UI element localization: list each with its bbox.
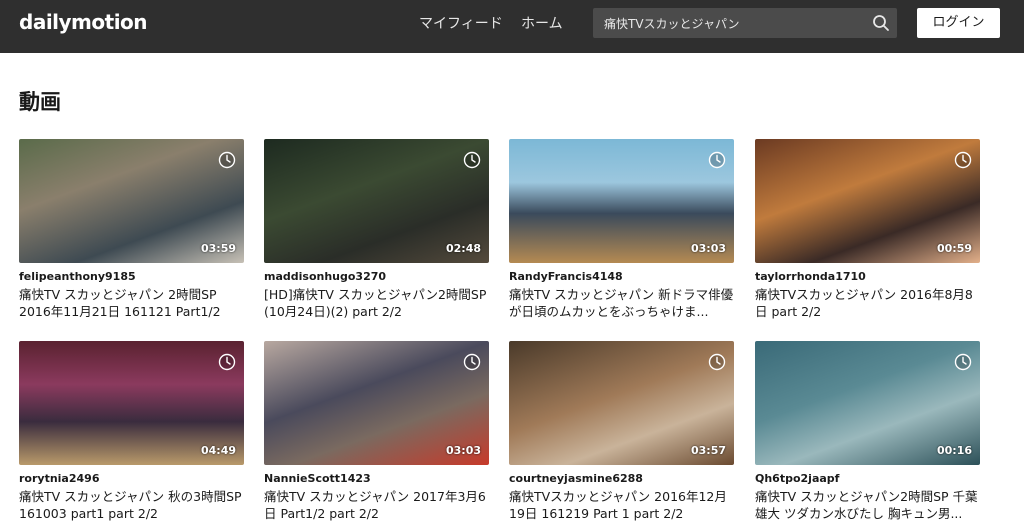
watch-later-icon[interactable] bbox=[218, 151, 236, 169]
dailymotion-logo[interactable]: dailymotion bbox=[19, 10, 148, 34]
video-title[interactable]: 痛快TV スカッとジャパン2時間SP 千葉雄大 ツダカン水びたし 胸キュン男..… bbox=[755, 488, 980, 522]
search-box bbox=[593, 8, 897, 38]
video-owner[interactable]: courtneyjasmine6288 bbox=[509, 472, 734, 485]
video-owner[interactable]: NannieScott1423 bbox=[264, 472, 489, 485]
video-title[interactable]: 痛快TV スカッとジャパン 2017年3月6日 Part1/2 part 2/2 bbox=[264, 488, 489, 522]
video-duration: 04:49 bbox=[200, 444, 236, 457]
video-owner[interactable]: Qh6tpo2jaapf bbox=[755, 472, 980, 485]
nav-home[interactable]: ホーム bbox=[521, 13, 563, 33]
watch-later-icon[interactable] bbox=[708, 151, 726, 169]
video-title[interactable]: 痛快TV スカッとジャパン 2時間SP 2016年11月21日 161121 P… bbox=[19, 286, 244, 320]
video-card[interactable]: 00:16 Qh6tpo2jaapf 痛快TV スカッとジャパン2時間SP 千葉… bbox=[755, 341, 980, 522]
video-title[interactable]: 痛快TV スカッとジャパン 秋の3時間SP 161003 part1 part … bbox=[19, 488, 244, 522]
video-title[interactable]: 痛快TVスカッとジャパン 2016年8月8日 part 2/2 bbox=[755, 286, 980, 320]
video-card[interactable]: 00:59 taylorrhonda1710 痛快TVスカッとジャパン 2016… bbox=[755, 139, 980, 320]
video-duration: 03:59 bbox=[200, 242, 236, 255]
video-thumbnail[interactable]: 04:49 bbox=[19, 341, 244, 465]
video-owner[interactable]: maddisonhugo3270 bbox=[264, 270, 489, 283]
video-duration: 00:59 bbox=[936, 242, 972, 255]
video-title[interactable]: 痛快TV スカッとジャパン 新ドラマ俳優が日頃のムカッとをぶっちゃけま... bbox=[509, 286, 734, 320]
video-card[interactable]: 03:03 RandyFrancis4148 痛快TV スカッとジャパン 新ドラ… bbox=[509, 139, 734, 320]
video-duration: 02:48 bbox=[445, 242, 481, 255]
video-card[interactable]: 02:48 maddisonhugo3270 [HD]痛快TV スカッとジャパン… bbox=[264, 139, 489, 320]
video-owner[interactable]: RandyFrancis4148 bbox=[509, 270, 734, 283]
video-duration: 03:03 bbox=[690, 242, 726, 255]
login-button[interactable]: ログイン bbox=[917, 8, 1000, 38]
watch-later-icon[interactable] bbox=[708, 353, 726, 371]
video-card[interactable]: 03:03 NannieScott1423 痛快TV スカッとジャパン 2017… bbox=[264, 341, 489, 522]
watch-later-icon[interactable] bbox=[218, 353, 236, 371]
nav-my-feed[interactable]: マイフィード bbox=[419, 13, 503, 33]
video-title[interactable]: 痛快TVスカッとジャパン 2016年12月19日 161219 Part 1 p… bbox=[509, 488, 734, 522]
watch-later-icon[interactable] bbox=[954, 151, 972, 169]
video-duration: 03:57 bbox=[690, 444, 726, 457]
watch-later-icon[interactable] bbox=[954, 353, 972, 371]
video-thumbnail[interactable]: 03:03 bbox=[509, 139, 734, 263]
top-navigation-bar: dailymotion マイフィード ホーム ログイン bbox=[0, 0, 1024, 53]
video-owner[interactable]: felipeanthony9185 bbox=[19, 270, 244, 283]
video-thumbnail[interactable]: 02:48 bbox=[264, 139, 489, 263]
video-card[interactable]: 03:59 felipeanthony9185 痛快TV スカッとジャパン 2時… bbox=[19, 139, 244, 320]
video-title[interactable]: [HD]痛快TV スカッとジャパン2時間SP (10月24日)(2) part … bbox=[264, 286, 489, 320]
video-thumbnail[interactable]: 03:59 bbox=[19, 139, 244, 263]
video-duration: 03:03 bbox=[445, 444, 481, 457]
section-title-videos: 動画 bbox=[19, 90, 61, 114]
video-thumbnail[interactable]: 00:59 bbox=[755, 139, 980, 263]
video-thumbnail[interactable]: 03:03 bbox=[264, 341, 489, 465]
video-owner[interactable]: rorytnia2496 bbox=[19, 472, 244, 485]
video-thumbnail[interactable]: 03:57 bbox=[509, 341, 734, 465]
video-card[interactable]: 03:57 courtneyjasmine6288 痛快TVスカッとジャパン 2… bbox=[509, 341, 734, 522]
video-duration: 00:16 bbox=[936, 444, 972, 457]
search-input[interactable] bbox=[593, 8, 855, 38]
video-thumbnail[interactable]: 00:16 bbox=[755, 341, 980, 465]
video-owner[interactable]: taylorrhonda1710 bbox=[755, 270, 980, 283]
video-card[interactable]: 04:49 rorytnia2496 痛快TV スカッとジャパン 秋の3時間SP… bbox=[19, 341, 244, 522]
search-icon[interactable] bbox=[871, 13, 891, 33]
watch-later-icon[interactable] bbox=[463, 353, 481, 371]
watch-later-icon[interactable] bbox=[463, 151, 481, 169]
